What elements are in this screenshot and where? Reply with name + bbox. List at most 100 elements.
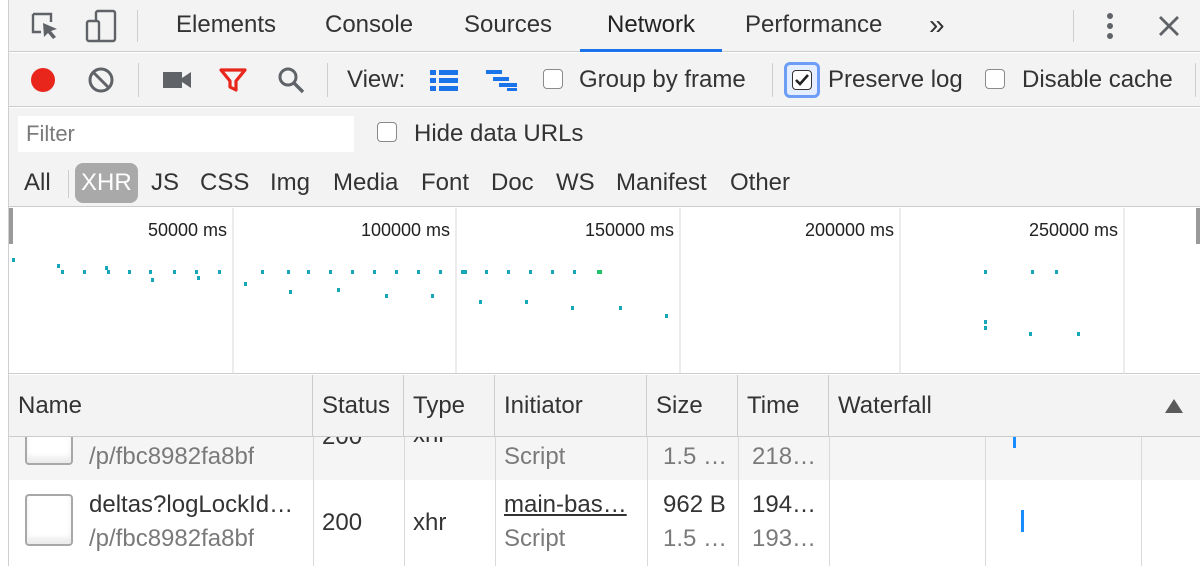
record-icon[interactable] <box>25 53 61 107</box>
overview-request-mark <box>573 270 576 274</box>
screenshot-camera-icon[interactable] <box>159 53 195 107</box>
overview-request-mark <box>307 270 310 274</box>
overview-request-mark <box>479 300 482 304</box>
close-icon[interactable] <box>1149 0 1189 52</box>
request-status: 200 <box>322 437 362 451</box>
type-filter-doc[interactable]: Doc <box>491 163 534 203</box>
inspect-element-icon[interactable] <box>23 0 67 52</box>
tabbar-separator <box>137 10 138 42</box>
overview-request-mark <box>984 320 987 324</box>
column-header-waterfall[interactable]: Waterfall <box>829 375 1200 437</box>
overview-request-mark <box>373 270 376 274</box>
waterfall-grid-line <box>985 437 986 566</box>
tabbar-separator <box>1073 10 1074 42</box>
devtools-panel: Elements Console Sources Network Perform… <box>8 0 1200 566</box>
tab-sources[interactable]: Sources <box>452 0 564 52</box>
overview-request-mark <box>485 270 488 274</box>
overview-request-mark <box>128 270 131 274</box>
large-rows-icon[interactable] <box>426 53 462 107</box>
overview-request-mark <box>1055 270 1058 274</box>
request-resource-size: 1.5 … <box>663 525 728 552</box>
more-tabs-chevron-icon[interactable]: » <box>917 0 957 52</box>
preserve-log-checkbox[interactable] <box>792 70 812 90</box>
overview-request-mark <box>551 270 554 274</box>
group-by-frame-checkbox[interactable] <box>543 69 563 89</box>
type-filter-img[interactable]: Img <box>270 163 310 203</box>
network-overview-timeline[interactable]: 50000 ms 100000 ms 150000 ms 200000 ms 25000… <box>9 208 1200 374</box>
overview-request-mark <box>525 300 528 304</box>
more-options-icon[interactable] <box>1095 0 1125 52</box>
type-filter-other[interactable]: Other <box>730 163 790 203</box>
type-filter-css[interactable]: CSS <box>200 163 249 203</box>
column-header-size[interactable]: Size <box>647 375 738 437</box>
table-row[interactable]: deltas?logLockId… /p/fbc8982fa8bf 200 xh… <box>9 480 1200 566</box>
tab-network[interactable]: Network <box>580 0 722 52</box>
waterfall-bar <box>1013 437 1016 448</box>
overview-tick-label: 100000 ms <box>361 220 450 240</box>
filter-input[interactable] <box>18 116 354 152</box>
type-filter-media[interactable]: Media <box>333 163 398 203</box>
clear-icon[interactable] <box>83 53 119 107</box>
waterfall-overview-icon[interactable] <box>484 53 520 107</box>
column-divider <box>647 437 648 566</box>
group-by-frame-label: Group by frame <box>579 66 746 93</box>
file-icon <box>25 494 73 546</box>
preserve-log-label: Preserve log <box>828 66 963 93</box>
type-filter-js[interactable]: JS <box>151 163 179 203</box>
requests-table-body: /p/fbc8982fa8bf 200 xhr Script 1.5 … 218… <box>9 437 1200 566</box>
overview-request-mark <box>351 270 354 274</box>
column-header-initiator[interactable]: Initiator <box>495 375 647 437</box>
filter-row: Hide data URLs <box>9 108 1200 160</box>
overview-tick-label: 50000 ms <box>148 220 227 240</box>
request-path: /p/fbc8982fa8bf <box>89 443 255 470</box>
hide-data-urls-checkbox[interactable] <box>377 122 397 142</box>
device-toolbar-icon[interactable] <box>79 0 123 52</box>
overview-chart: 50000 ms 100000 ms 150000 ms 200000 ms 25000… <box>9 208 1200 374</box>
filter-icon[interactable] <box>215 53 251 107</box>
request-initiator-type: Script <box>504 525 566 552</box>
table-row[interactable]: /p/fbc8982fa8bf 200 xhr Script 1.5 … 218… <box>9 437 1200 480</box>
overview-request-mark <box>287 270 290 274</box>
type-filter-ws[interactable]: WS <box>556 163 595 203</box>
overview-right-handle[interactable] <box>1196 208 1200 244</box>
overview-request-mark <box>665 314 668 318</box>
disable-cache-label: Disable cache <box>1022 66 1173 93</box>
overview-request-mark <box>1031 270 1034 274</box>
disable-cache-checkbox[interactable] <box>985 69 1005 89</box>
overview-request-mark <box>289 290 292 294</box>
request-initiator-type: Script <box>504 443 566 470</box>
type-filter-font[interactable]: Font <box>421 163 469 203</box>
tab-elements[interactable]: Elements <box>164 0 288 52</box>
overview-tick-label: 250000 ms <box>1029 220 1118 240</box>
column-header-time[interactable]: Time <box>738 375 829 437</box>
type-filter-xhr[interactable]: XHR <box>75 163 138 203</box>
column-header-name[interactable]: Name <box>9 375 313 437</box>
tab-console[interactable]: Console <box>313 0 425 52</box>
view-label: View: <box>347 66 406 93</box>
sort-ascending-icon <box>1165 399 1183 413</box>
tab-performance[interactable]: Performance <box>733 0 894 52</box>
request-time: 194… <box>752 491 817 518</box>
overview-request-mark <box>1077 332 1080 336</box>
request-initiator-link[interactable]: main-bas… <box>504 491 639 519</box>
overview-request-mark <box>507 270 510 274</box>
request-time: 218… <box>752 443 817 470</box>
column-divider <box>404 437 405 566</box>
type-filter-manifest[interactable]: Manifest <box>616 163 707 203</box>
overview-left-handle[interactable] <box>9 208 13 244</box>
overview-tick-label: 150000 ms <box>585 220 674 240</box>
column-divider <box>738 437 739 566</box>
overview-request-mark <box>83 270 86 274</box>
toolbar-separator <box>772 63 773 97</box>
overview-request-mark <box>529 270 532 274</box>
search-icon[interactable] <box>273 53 309 107</box>
type-filter-all[interactable]: All <box>24 163 51 203</box>
overview-request-mark <box>984 326 987 330</box>
overview-request-mark <box>195 270 198 274</box>
overview-request-mark <box>61 270 64 274</box>
overview-request-mark <box>107 270 110 274</box>
column-header-status[interactable]: Status <box>313 375 404 437</box>
column-header-type[interactable]: Type <box>404 375 495 437</box>
overview-request-mark <box>571 306 574 310</box>
request-name: deltas?logLockId… <box>89 491 294 518</box>
